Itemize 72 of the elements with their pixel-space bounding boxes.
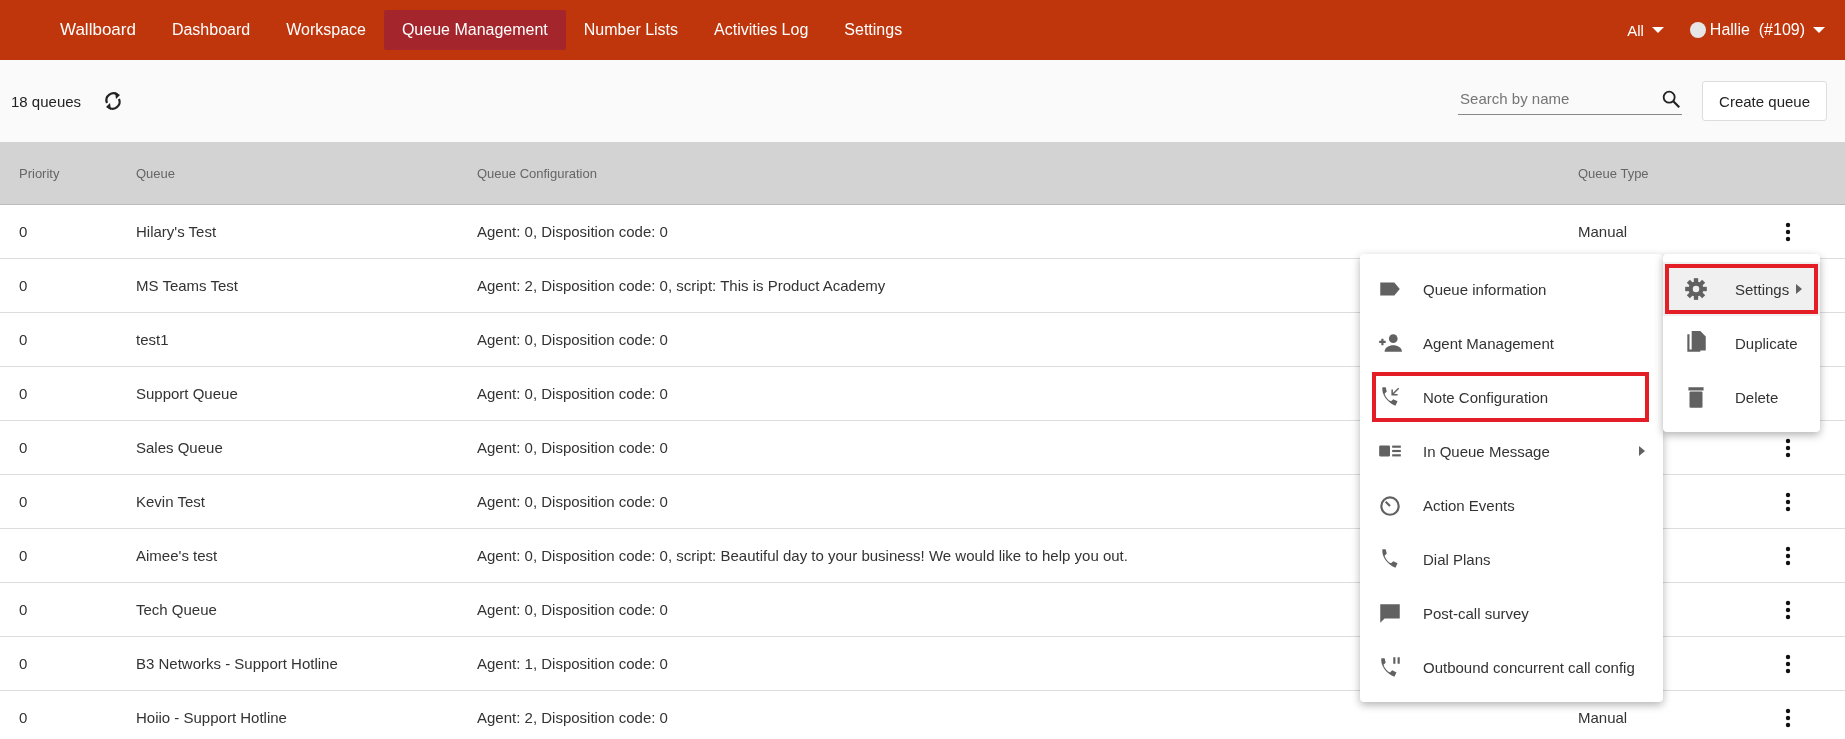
- priority-cell-text: 0: [18, 223, 28, 240]
- queue-name-cell: Tech Queue: [136, 601, 217, 618]
- nav-tab[interactable]: Settings: [826, 10, 921, 50]
- submenu-caret-icon: [1639, 446, 1645, 456]
- nav-tab[interactable]: Dashboard: [153, 10, 269, 50]
- settings-icon: [1683, 276, 1709, 302]
- nav-tab[interactable]: Activities Log: [696, 10, 827, 50]
- menu-item[interactable]: Agent Management: [1360, 316, 1663, 370]
- priority-cell-text: 0: [18, 493, 28, 510]
- configuration-cell: Agent: 0, Disposition code: 0: [477, 331, 668, 348]
- configuration-cell: Agent: 0, Disposition code: 0: [477, 223, 668, 240]
- configuration-cell: Agent: 2, Disposition code: 0, script: This is Product Academy: [477, 277, 886, 294]
- dropdown-caret-icon: [1651, 27, 1664, 33]
- queue-name-cell: test1: [136, 331, 169, 348]
- queue-name-cell: Sales Queue: [136, 439, 223, 456]
- menu-item[interactable]: Settings: [1663, 262, 1820, 316]
- nav-tab[interactable]: Workspace: [268, 10, 384, 50]
- configuration-cell: Agent: 0, Disposition code: 0: [477, 493, 668, 510]
- queue-type-cell: Manual: [1578, 709, 1628, 726]
- more-options-icon[interactable]: [1785, 707, 1791, 728]
- menu-item[interactable]: Delete: [1663, 370, 1820, 424]
- submenu-caret-icon: [1796, 284, 1802, 294]
- column-header: Queue Configuration: [477, 165, 597, 181]
- filter-dropdown[interactable]: All: [1617, 21, 1674, 39]
- app-brand[interactable]: Wallboard: [60, 20, 136, 40]
- search-field[interactable]: Search by name: [1458, 89, 1661, 108]
- menu-item[interactable]: Action Events: [1360, 478, 1663, 532]
- dropdown-caret-icon: [1813, 27, 1825, 33]
- more-options-icon[interactable]: [1785, 653, 1791, 674]
- priority-cell-text: 0: [18, 547, 28, 564]
- priority-cell-text: 0: [18, 601, 28, 618]
- more-options-icon[interactable]: [1785, 221, 1791, 242]
- column-header: Priority: [18, 165, 60, 181]
- nav-tab[interactable]: Number Lists: [565, 10, 697, 50]
- more-options-icon[interactable]: [1785, 491, 1791, 512]
- menu-item[interactable]: Outbound concurrent call config: [1360, 640, 1663, 694]
- priority-cell-text: 0: [18, 331, 28, 348]
- create-queue-button[interactable]: Create queue: [1702, 81, 1827, 121]
- queue-name-cell: MS Teams Test: [136, 277, 238, 294]
- queue-name-cell: Hoiio - Support Hotline: [136, 709, 287, 726]
- configuration-cell: Agent: 2, Disposition code: 0: [477, 709, 668, 726]
- menu-item[interactable]: Dial Plans: [1360, 532, 1663, 586]
- more-options-icon[interactable]: [1785, 437, 1791, 458]
- queue-name-cell: Kevin Test: [136, 493, 205, 510]
- user-menu[interactable]: Hallie (#109): [1705, 21, 1835, 39]
- avatar-circle: [1689, 22, 1706, 38]
- menu-item[interactable]: Queue information: [1360, 262, 1663, 316]
- menu-item[interactable]: Post-call survey: [1360, 586, 1663, 640]
- configuration-cell: Agent: 0, Disposition code: 0: [477, 385, 668, 402]
- column-header: Queue: [136, 165, 176, 181]
- configuration-cell: Agent: 0, Disposition code: 0: [477, 601, 668, 618]
- queue-type-cell: Manual: [1578, 223, 1628, 240]
- configuration-cell: Agent: 0, Disposition code: 0, script: Beautiful day to your business! We would like to help you out.: [477, 547, 1128, 564]
- queue-name-cell: Aimee's test: [136, 547, 218, 564]
- queue-name-cell: Support Queue: [136, 385, 238, 402]
- nav-tab[interactable]: Queue Management: [383, 10, 566, 50]
- menu-item[interactable]: In Queue Message: [1360, 424, 1663, 478]
- priority-cell-text: 0: [18, 277, 28, 294]
- more-options-icon[interactable]: [1785, 545, 1791, 566]
- priority-cell-text: 0: [18, 385, 28, 402]
- column-header: Queue Type: [1578, 165, 1649, 181]
- menu-item[interactable]: Duplicate: [1663, 316, 1820, 370]
- priority-cell-text: 0: [18, 655, 28, 672]
- priority-cell-text: 0: [18, 709, 28, 726]
- queue-count: 18 queues: [11, 92, 82, 110]
- more-options-icon[interactable]: [1785, 599, 1791, 620]
- priority-cell-text: 0: [18, 439, 28, 456]
- configuration-cell: Agent: 1, Disposition code: 0: [477, 655, 668, 672]
- menu-item[interactable]: Note Configuration: [1370, 370, 1651, 424]
- queue-name-cell: Hilary's Test: [136, 223, 217, 240]
- queue-name-cell: B3 Networks - Support Hotline: [136, 655, 338, 672]
- configuration-cell: Agent: 0, Disposition code: 0: [477, 439, 668, 456]
